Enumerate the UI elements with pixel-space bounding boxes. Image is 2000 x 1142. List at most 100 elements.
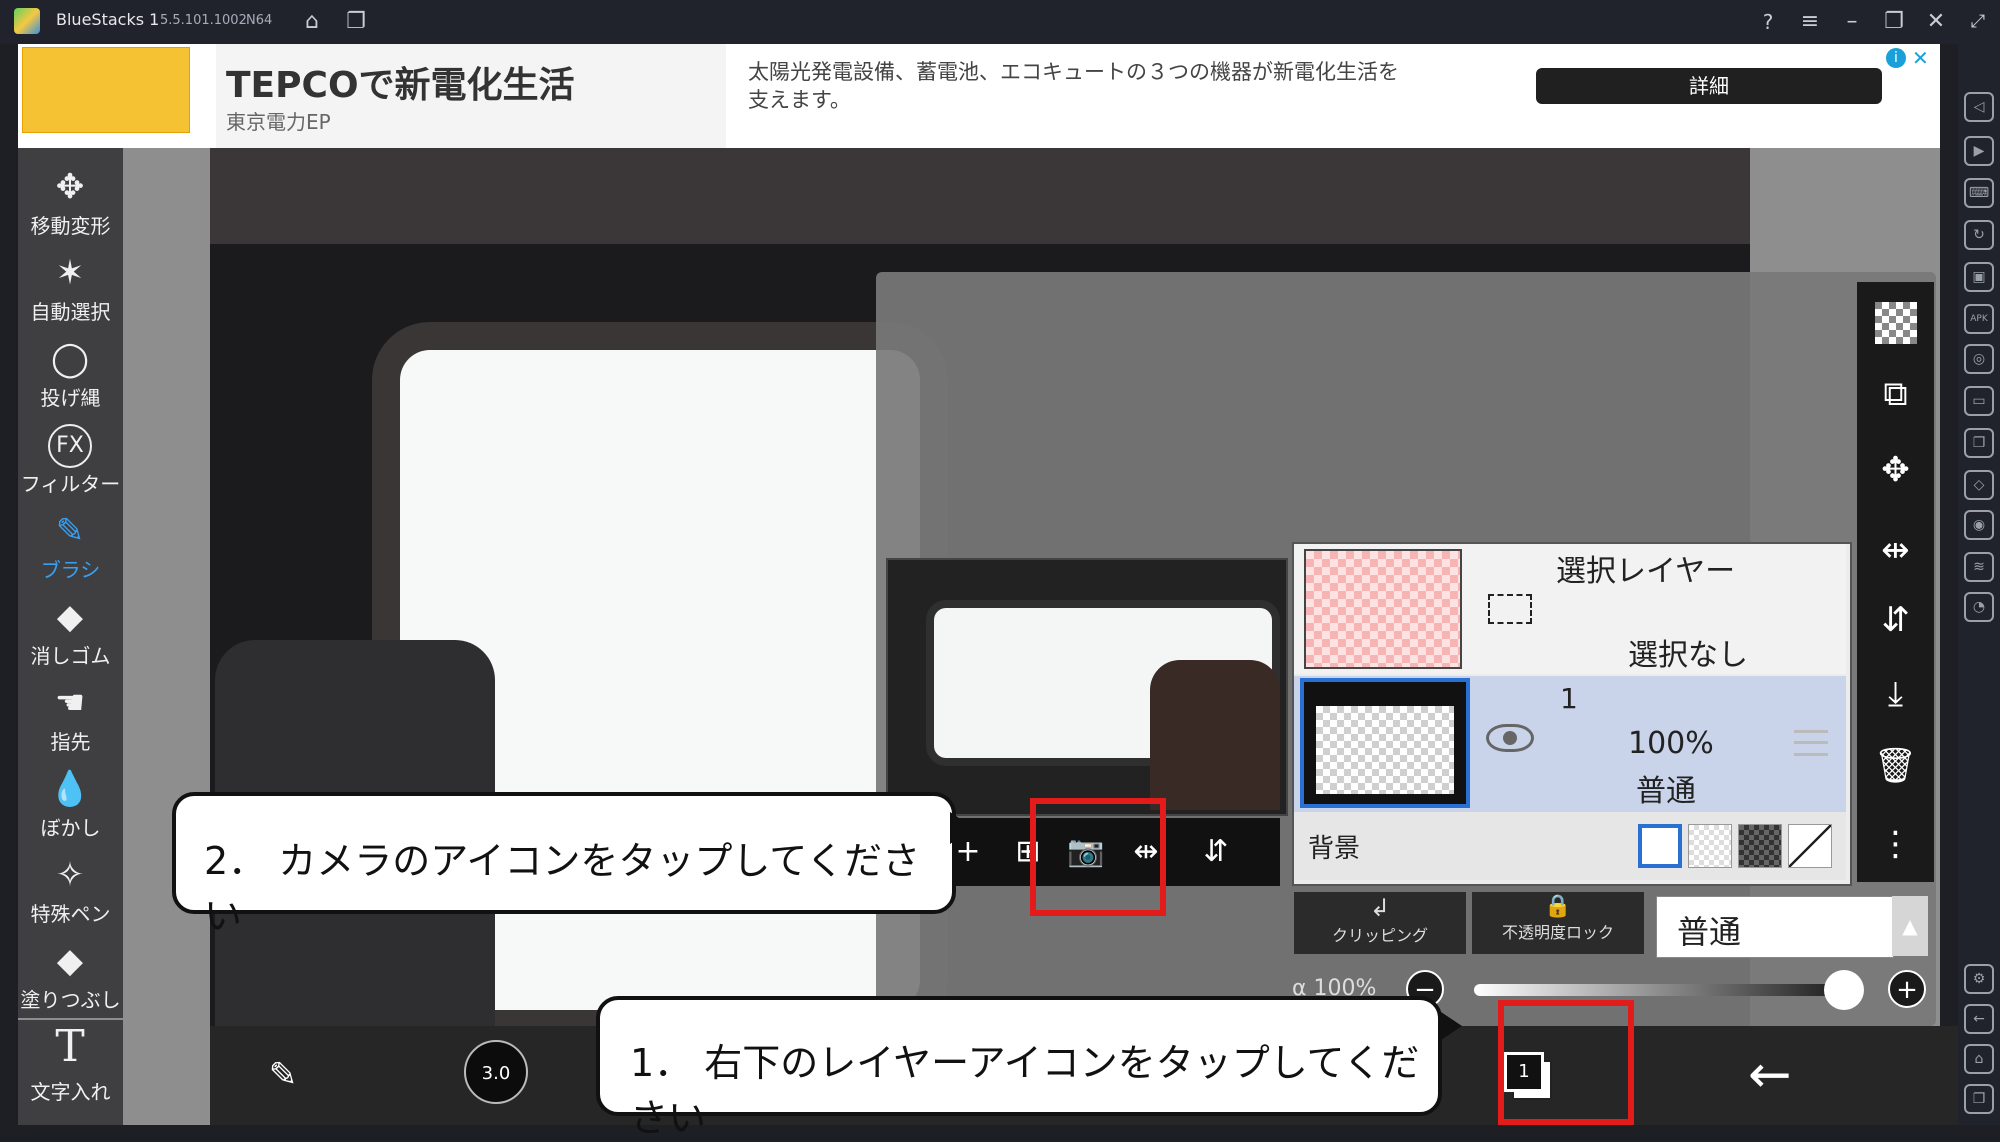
eraser-icon: ◆ (56, 597, 84, 637)
tool-blur[interactable]: 💧 ぼかし (18, 762, 123, 848)
flip-vertical-icon[interactable]: ⇵ (1857, 592, 1934, 648)
settings-icon[interactable]: ⚙ (1964, 964, 1994, 994)
highlight-camera-box (1030, 798, 1166, 916)
app-version: 5.5.101.1002 (160, 13, 247, 28)
bg-dark-checker-swatch[interactable] (1738, 824, 1782, 868)
ad-close-icon[interactable]: ✕ (1912, 46, 1929, 70)
brush-icon: ✎ (55, 511, 85, 551)
magic-wand-icon: ✶ (55, 253, 85, 293)
screen-record-icon[interactable]: ▶ (1964, 136, 1994, 166)
lasso-icon: ◯ (50, 339, 90, 379)
layer-tools: ⧉ ✥ ⇹ ⇵ ⤓ 🗑 ⋮ (1857, 282, 1934, 882)
visibility-eye-icon[interactable] (1486, 724, 1534, 752)
opacity-increase-button[interactable]: + (1888, 970, 1926, 1008)
canvas-photo-ceiling (210, 148, 1750, 244)
app-name: BlueStacks 1 (56, 10, 160, 29)
back-arrow-icon[interactable]: ← (1748, 1049, 1808, 1101)
eco-icon[interactable]: ◇ (1964, 470, 1994, 500)
drag-handle-icon[interactable] (1794, 730, 1828, 756)
background-label: 背景 (1308, 834, 1361, 864)
emulator-sidebar: ◁ ▶ ⌨ ↻ ▣ APK ◎ ▭ ❐ ◇ ◉ ≋ ◔ ⚙ ← ⌂ ❐ (1958, 44, 2000, 1125)
layer-move-icon[interactable]: ✥ (1857, 442, 1934, 498)
finger-icon: ☚ (54, 683, 86, 723)
blend-mode-select[interactable]: 普通 (1656, 896, 1894, 958)
ad-sponsor: 東京電力EP (226, 110, 331, 134)
delete-layer-icon[interactable]: 🗑 (1857, 738, 1934, 794)
move-icon: ✥ (55, 167, 85, 207)
close-icon[interactable]: ✕ (1920, 6, 1952, 38)
home-nav-icon[interactable]: ⌂ (1964, 1044, 1994, 1074)
clipping-button[interactable]: ↲ クリッピング (1294, 892, 1466, 954)
bg-none-swatch[interactable] (1788, 824, 1832, 868)
blur-drop-icon: 💧 (48, 769, 92, 809)
selection-layer-title: 選択レイヤー (1556, 554, 1736, 589)
tool-lasso[interactable]: ◯ 投げ縄 (18, 332, 123, 418)
expand-icon[interactable]: ⤢ (1962, 6, 1994, 38)
layer-transform-icon[interactable]: ⧉ (1857, 366, 1934, 422)
keyboard-icon[interactable]: ⌨ (1964, 178, 1994, 208)
restore-icon[interactable]: ❐ (1878, 6, 1910, 38)
speed-icon[interactable]: ◔ (1964, 592, 1994, 622)
ad-body[interactable]: 太陽光発電設備、蓄電池、エコキュートの３つの機器が新電化生活を支えます。 (748, 58, 1408, 114)
multi-instance-icon[interactable]: ❐ (340, 6, 372, 38)
tool-auto-select[interactable]: ✶ 自動選択 (18, 246, 123, 332)
callout-step-1-pointer (1438, 1010, 1462, 1042)
fx-icon: FX (48, 424, 92, 468)
flip-horizontal-icon[interactable]: ⇹ (1857, 522, 1934, 578)
tool-fill[interactable]: ◆ 塗りつぶし (18, 934, 123, 1020)
layer-1-blend: 普通 (1636, 774, 1696, 809)
tool-brush[interactable]: ✎ ブラシ (18, 504, 123, 590)
ad-banner[interactable]: TEPCOで新電化生活 東京電力EP 太陽光発電設備、蓄電池、エコキュートの３つ… (18, 44, 1940, 148)
layer-1-opacity: 100% (1628, 726, 1714, 761)
layers-stack-icon[interactable]: ≋ (1964, 552, 1994, 582)
apk-icon[interactable]: APK (1964, 304, 1994, 334)
tool-finger[interactable]: ☚ 指先 (18, 676, 123, 762)
more-options-icon[interactable]: ⋮ (1857, 816, 1934, 872)
recent-apps-icon[interactable]: ❐ (1964, 1084, 1994, 1114)
bg-white-swatch[interactable] (1638, 824, 1682, 868)
brush-size-button[interactable]: 3.0 (464, 1040, 528, 1104)
help-icon[interactable]: ? (1752, 6, 1784, 38)
volume-icon[interactable]: ◁ (1964, 92, 1994, 122)
swap-color-icon[interactable]: ✎ (258, 1050, 308, 1100)
ad-title[interactable]: TEPCOで新電化生活 (226, 56, 575, 108)
app-arch: N64 (246, 13, 273, 28)
fill-icon: ◆ (56, 941, 84, 981)
tool-move[interactable]: ✥ 移動変形 (18, 160, 123, 246)
callout-step-2: 2． カメラのアイコンをタップしてください (172, 792, 956, 938)
minimize-icon[interactable]: – (1836, 6, 1868, 38)
merge-down-icon[interactable]: ⤓ (1857, 666, 1934, 722)
back-icon[interactable]: ← (1964, 1004, 1994, 1034)
folder-icon[interactable]: ▭ (1964, 386, 1994, 416)
rotate-icon[interactable]: ↻ (1964, 220, 1994, 250)
text-icon: T (55, 1021, 85, 1072)
location-icon[interactable]: ◉ (1964, 510, 1994, 540)
highlight-layers-box (1498, 1000, 1634, 1125)
home-icon[interactable]: ⌂ (296, 6, 328, 38)
ad-info-icon[interactable]: i (1886, 48, 1906, 68)
alpha-lock-button[interactable]: 🔒 不透明度ロック (1472, 892, 1644, 954)
bluestacks-logo-icon (14, 8, 40, 34)
rotate-layer-icon[interactable]: ⇵ (1194, 830, 1238, 874)
ad-thumbnail[interactable] (22, 47, 190, 133)
preview-seats (1150, 660, 1280, 810)
macro-icon[interactable]: ▣ (1964, 262, 1994, 292)
layer-1-thumbnail-content (1316, 706, 1454, 794)
tool-eraser[interactable]: ◆ 消しゴム (18, 590, 123, 676)
title-bar: BlueStacks 1 5.5.101.1002 N64 ⌂ ❐ ? ≡ – … (0, 0, 2000, 44)
selection-layer-thumbnail[interactable] (1304, 549, 1462, 669)
callout-step-1: 1． 右下のレイヤーアイコンをタップしてください (596, 996, 1442, 1140)
bg-light-checker-swatch[interactable] (1688, 824, 1732, 868)
tool-special-pen[interactable]: ✧ 特殊ペン (18, 848, 123, 934)
opacity-slider[interactable] (1474, 984, 1834, 996)
left-toolbar: ✥ 移動変形 ✶ 自動選択 ◯ 投げ縄 FX フィルター ✎ ブラシ ◆ 消しゴ… (18, 148, 123, 1018)
multi-window-icon[interactable]: ❐ (1964, 428, 1994, 458)
transparency-icon[interactable] (1857, 290, 1934, 346)
tool-text[interactable]: T 文字入れ (18, 1020, 123, 1125)
ad-cta-button[interactable]: 詳細 (1536, 68, 1882, 104)
opacity-slider-knob[interactable] (1824, 970, 1864, 1010)
screenshot-icon[interactable]: ◎ (1964, 344, 1994, 374)
menu-icon[interactable]: ≡ (1794, 6, 1826, 38)
blend-mode-arrow-icon[interactable]: ▲ (1892, 896, 1928, 956)
tool-filter[interactable]: FX フィルター (18, 418, 123, 504)
